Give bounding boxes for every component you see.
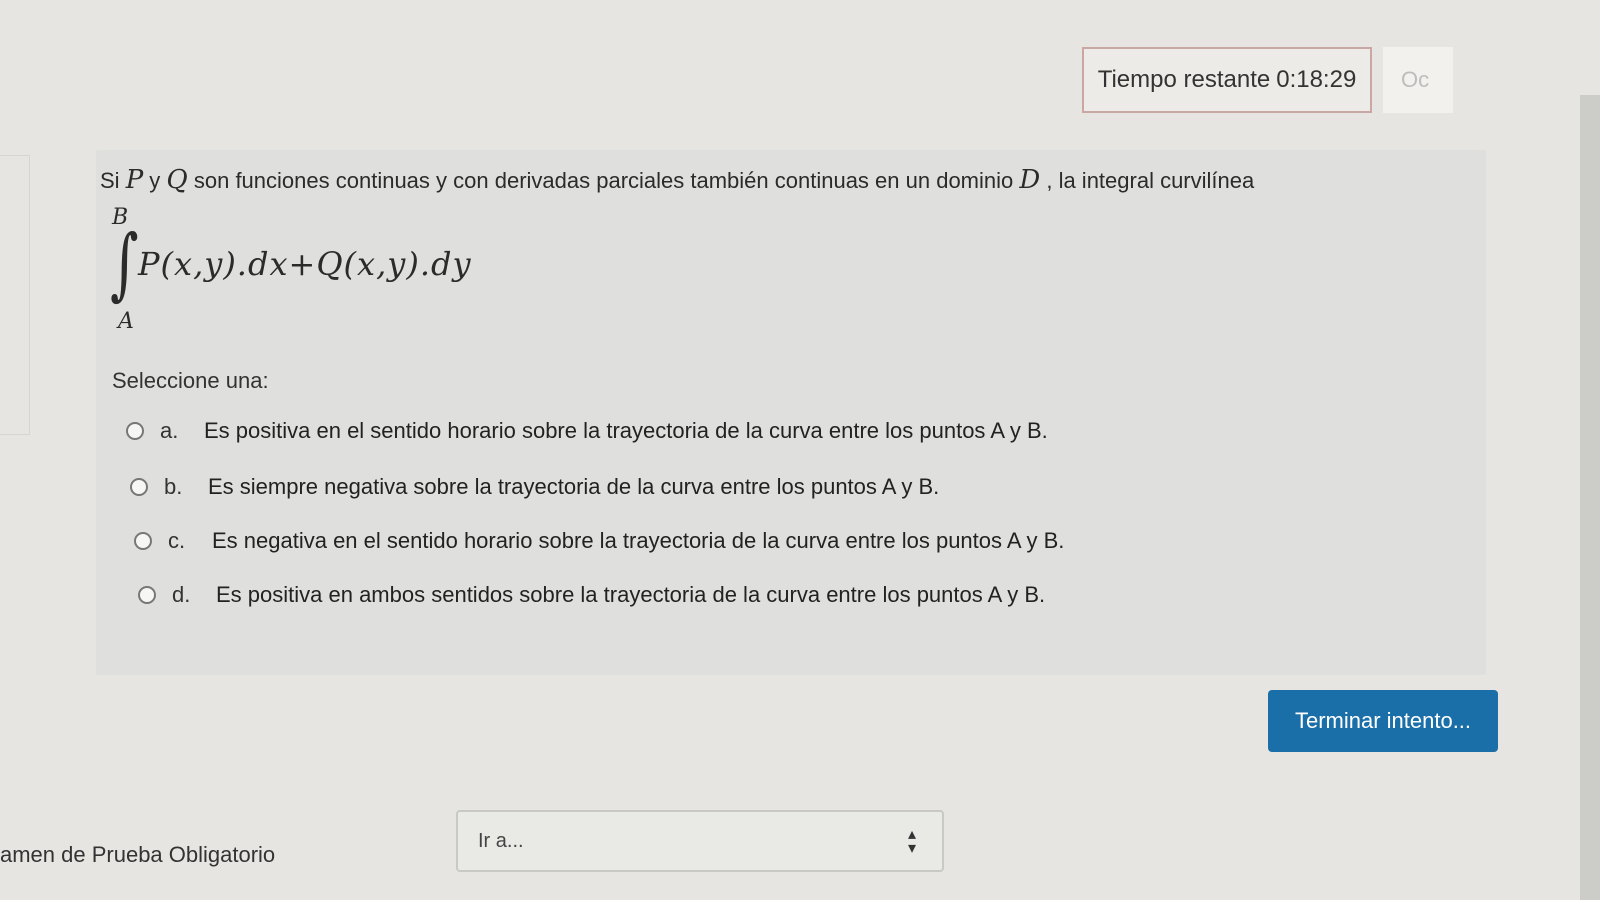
time-remaining-value: 0:18:29 (1276, 66, 1357, 93)
option-c[interactable]: c. Es negativa en el sentido horario sob… (134, 528, 1064, 554)
radio-a[interactable] (126, 422, 144, 440)
question-mid: son funciones continuas y con derivadas … (187, 168, 1020, 193)
select-caret-icon: ▴ ▾ (907, 826, 916, 857)
time-remaining-box: Tiempo restante 0:18:29 (1082, 47, 1372, 113)
option-text[interactable]: Es negativa en el sentido horario sobre … (212, 528, 1064, 554)
option-letter: b. (164, 474, 183, 499)
option-letter: d. (172, 582, 191, 607)
option-a[interactable]: a. Es positiva en el sentido horario sob… (126, 418, 1048, 444)
hide-timer-button[interactable]: Oc (1383, 47, 1453, 113)
radio-d[interactable] (138, 586, 156, 604)
integral-lower-limit: A (118, 309, 134, 334)
time-remaining-label: Tiempo restante (1097, 66, 1271, 93)
jump-to-placeholder: Ir a... (478, 829, 524, 852)
hide-timer-label: Oc (1401, 67, 1430, 92)
option-letter: a. (160, 418, 179, 443)
finish-attempt-button[interactable]: Terminar intento... (1268, 690, 1498, 752)
line-integral: B ∫ A P(x,y).dx+Q(x,y).dy (104, 205, 524, 335)
math-var-d: D (1019, 165, 1041, 195)
select-one-prompt: Seleccione una: (112, 368, 269, 393)
question-info-tab (0, 155, 30, 435)
option-b[interactable]: b. Es siempre negativa sobre la trayecto… (130, 474, 939, 500)
option-text[interactable]: Es positiva en ambos sentidos sobre la t… (216, 582, 1045, 608)
option-d[interactable]: d. Es positiva en ambos sentidos sobre l… (138, 582, 1045, 608)
math-var-q: Q (166, 165, 188, 195)
option-letter: c. (168, 528, 186, 553)
integral-sign: ∫ (110, 219, 139, 309)
question-text: Si P y Q son funciones continuas y con d… (100, 165, 1480, 196)
question-end: , la integral curvilínea (1040, 168, 1255, 193)
radio-c[interactable] (134, 532, 152, 550)
option-text[interactable]: Es positiva en el sentido horario sobre … (204, 418, 1048, 444)
radio-b[interactable] (130, 478, 148, 496)
question-conj: y (143, 168, 167, 193)
jump-to-select[interactable]: Ir a... ▴ ▾ (456, 810, 944, 872)
exam-title-link[interactable]: amen de Prueba Obligatorio (0, 842, 275, 868)
question-intro: Si (100, 168, 126, 193)
option-text[interactable]: Es siempre negativa sobre la trayectoria… (208, 474, 939, 500)
math-var-p: P (125, 165, 144, 195)
integral-expression: P(x,y).dx+Q(x,y).dy (138, 245, 472, 283)
page-scrollbar[interactable] (1580, 95, 1600, 900)
